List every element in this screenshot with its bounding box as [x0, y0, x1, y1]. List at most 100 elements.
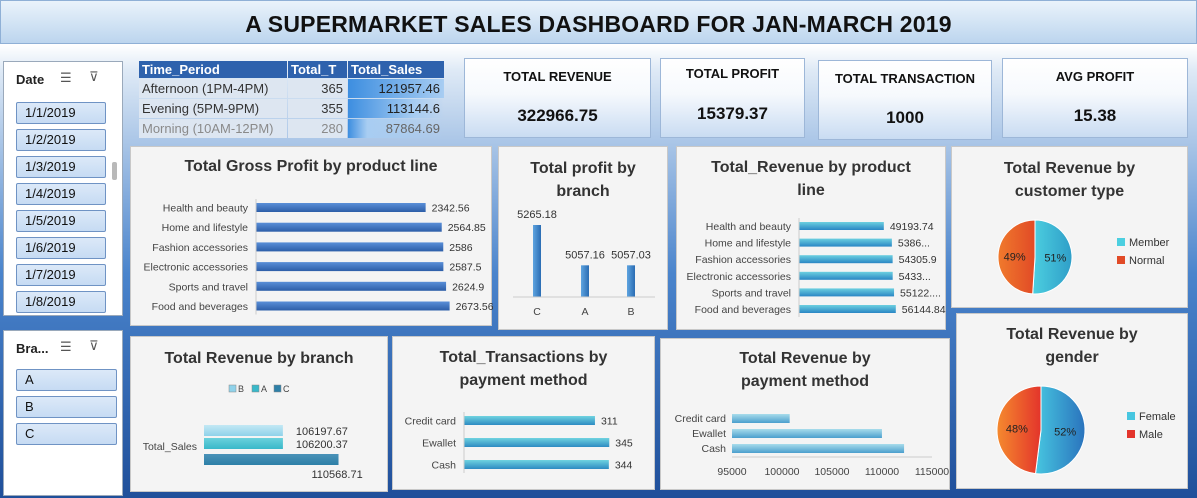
- bar: [464, 460, 609, 469]
- date-slicer-header: Date: [16, 72, 45, 87]
- category-label: Food and beverages: [695, 304, 791, 316]
- date-slicer-item[interactable]: 1/1/2019: [16, 102, 106, 124]
- data-label: 5386...: [898, 238, 930, 250]
- data-label: 311: [601, 416, 618, 428]
- pivot-cell-period[interactable]: Afternoon (1PM-4PM): [139, 79, 287, 98]
- bar: [256, 281, 447, 291]
- data-label: 2587.5: [449, 262, 481, 274]
- kpi-label: TOTAL REVENUE: [503, 69, 612, 84]
- kpi-value: 15379.37: [697, 104, 768, 123]
- pivot-cell-sales[interactable]: 121957.46: [348, 79, 444, 98]
- chart-card-customer-type[interactable]: Total Revenue by customer type 51% 49% Mem…: [951, 146, 1188, 308]
- pivot-cell-sales[interactable]: 113144.6: [348, 99, 444, 118]
- date-slicer-item[interactable]: 1/4/2019: [16, 183, 106, 205]
- legend-swatch: [1117, 238, 1125, 246]
- dashboard-title: A SUPERMARKET SALES DASHBOARD FOR JAN-MA…: [0, 0, 1197, 44]
- category-label: Home and lifestyle: [705, 238, 792, 250]
- chart-card-gender[interactable]: Total Revenue by gender 52% 48% Female Male: [956, 313, 1188, 489]
- category-label: Health and beauty: [706, 221, 792, 233]
- category-label: Credit card: [675, 413, 727, 425]
- pivot-cell-period[interactable]: Morning (10AM-12PM): [139, 119, 287, 138]
- bar: [799, 288, 895, 297]
- pivot-header-total-transactions[interactable]: Total_T▼: [288, 61, 347, 93]
- data-label: 5057.16: [565, 249, 605, 261]
- bar: [256, 242, 444, 252]
- legend-label: Male: [1139, 429, 1163, 441]
- chart-card-revenue-branch[interactable]: Total Revenue by branch B A C Total_Sales 10…: [130, 336, 388, 492]
- data-label: 48%: [1006, 423, 1028, 435]
- bar: [732, 444, 905, 453]
- bar: [799, 222, 884, 230]
- date-slicer-item[interactable]: 1/5/2019: [16, 210, 106, 232]
- slicer-scrollbar[interactable]: [112, 162, 117, 180]
- legend-swatch: [1127, 430, 1135, 438]
- data-label: 5057.03: [611, 249, 651, 261]
- data-label: 5433...: [899, 271, 931, 283]
- chart-card-transactions-payment[interactable]: Total_Transactions by payment method Cre…: [392, 336, 655, 490]
- category-label: B: [627, 306, 634, 318]
- tick-label: 100000: [764, 466, 799, 478]
- pivot-cell-transactions[interactable]: 280: [288, 119, 347, 138]
- bar: [256, 222, 442, 232]
- kpi-label: TOTAL PROFIT: [685, 66, 780, 81]
- category-label: Total_Sales: [143, 441, 197, 453]
- category-label: Fashion accessories: [152, 242, 248, 254]
- multi-select-icon[interactable]: ☰: [60, 70, 72, 86]
- category-label: Credit card: [405, 416, 457, 428]
- legend-swatch: [1117, 256, 1125, 264]
- kpi-value: 1000: [886, 108, 924, 127]
- kpi-total-transaction: TOTAL TRANSACTION 1000: [818, 60, 992, 140]
- category-label: Sports and travel: [712, 287, 791, 299]
- branch-slicer: Bra... ☰ ⊽ ABC: [3, 330, 123, 496]
- date-slicer-item[interactable]: 1/3/2019: [16, 156, 106, 178]
- legend-swatch: [273, 384, 282, 393]
- bar: [204, 425, 283, 436]
- legend-label: C: [283, 384, 290, 394]
- kpi-total-revenue: TOTAL REVENUE 322966.75: [464, 58, 651, 138]
- chart-card-profit-branch[interactable]: Total profit by branch 5265.18 C 5057.16 A 5…: [498, 146, 668, 330]
- category-label: Ewallet: [422, 438, 456, 450]
- legend-swatch: [1127, 412, 1135, 420]
- branch-slicer-header: Bra...: [16, 341, 49, 356]
- pivot-cell-sales[interactable]: 87864.69: [348, 119, 444, 138]
- kpi-value: 322966.75: [517, 106, 598, 125]
- clear-filter-icon[interactable]: ⊽: [89, 338, 99, 354]
- chart-card-revenue-product[interactable]: Total_Revenue by product line Health and…: [676, 146, 946, 330]
- legend-label: Female: [1139, 411, 1176, 423]
- bar: [533, 225, 541, 297]
- legend-swatch: [228, 384, 237, 393]
- bar: [799, 238, 892, 247]
- category-label: Food and beverages: [152, 301, 248, 313]
- clear-filter-icon[interactable]: ⊽: [89, 69, 99, 85]
- tick-label: 95000: [717, 466, 746, 478]
- pivot-header-total-sales[interactable]: Total_Sales▼: [348, 61, 444, 93]
- category-label: Sports and travel: [169, 281, 248, 293]
- data-label: 56144.84: [902, 304, 946, 316]
- pivot-cell-transactions[interactable]: 355: [288, 99, 347, 118]
- branch-slicer-item[interactable]: A: [16, 369, 117, 391]
- pivot-header-time-period[interactable]: Time_Period▼: [139, 61, 287, 93]
- branch-slicer-item[interactable]: C: [16, 423, 117, 445]
- date-slicer-item[interactable]: 1/2/2019: [16, 129, 106, 151]
- category-label: Ewallet: [692, 428, 726, 440]
- pivot-cell-period[interactable]: Evening (5PM-9PM): [139, 99, 287, 118]
- date-slicer-item[interactable]: 1/8/2019: [16, 291, 106, 313]
- tick-label: 110000: [865, 466, 899, 478]
- date-slicer-item[interactable]: 1/6/2019: [16, 237, 106, 259]
- bar: [256, 301, 450, 311]
- pivot-cell-transactions[interactable]: 365: [288, 79, 347, 98]
- kpi-total-profit: TOTAL PROFIT 15379.37: [660, 58, 805, 138]
- date-slicer-item[interactable]: 1/7/2019: [16, 264, 106, 286]
- chart-card-revenue-payment[interactable]: Total Revenue by payment method Credit c…: [660, 338, 950, 490]
- tick-label: 105000: [814, 466, 849, 478]
- data-label: 2624.9: [452, 281, 484, 293]
- data-label: 345: [615, 438, 633, 450]
- chart-card-gross-profit[interactable]: Total Gross Profit by product line Healt…: [130, 146, 493, 326]
- tick-label: 115000: [915, 466, 949, 478]
- branch-slicer-item[interactable]: B: [16, 396, 117, 418]
- data-label: 2342.56: [432, 203, 470, 215]
- multi-select-icon[interactable]: ☰: [60, 339, 72, 355]
- data-label: 106197.67: [296, 426, 348, 438]
- category-label: Health and beauty: [163, 203, 249, 215]
- legend-swatch: [251, 384, 260, 393]
